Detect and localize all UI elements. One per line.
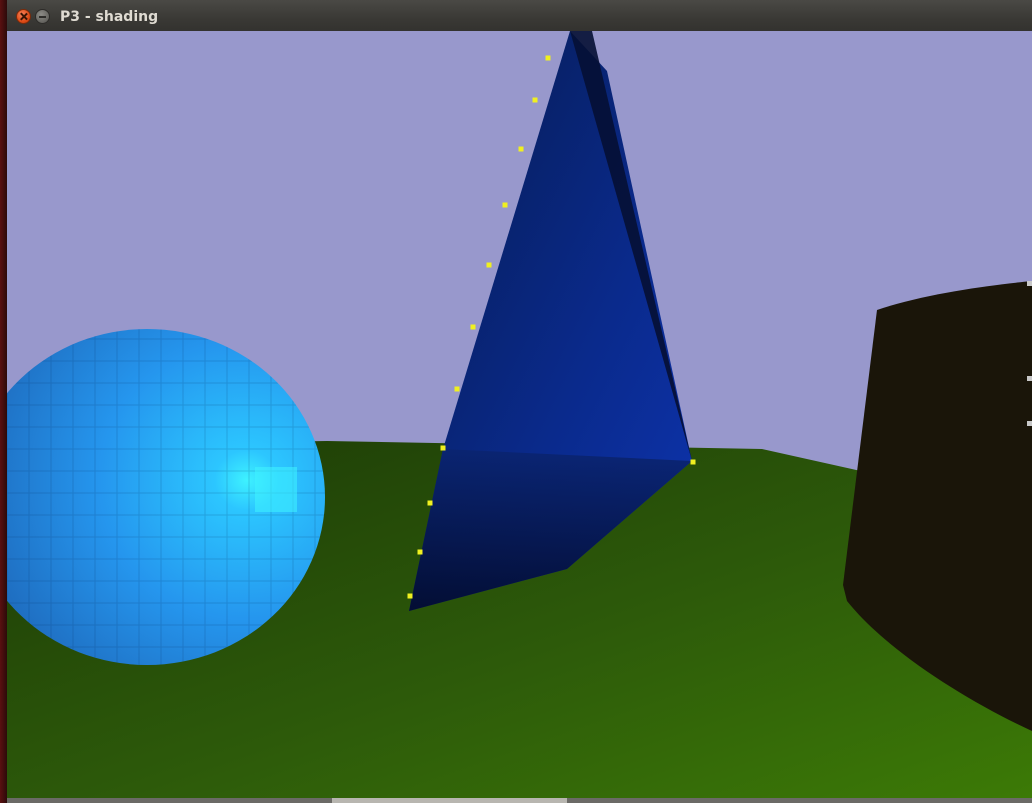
minimize-icon[interactable] [35, 9, 50, 24]
title-bar[interactable]: P3 - shading [7, 0, 1032, 32]
application-window: P3 - shading [0, 0, 1032, 803]
desktop-background-edge [0, 0, 7, 803]
opengl-viewport[interactable] [7, 31, 1032, 798]
window-title: P3 - shading [60, 9, 159, 25]
bottom-scroll-bar[interactable] [7, 798, 1032, 803]
close-icon[interactable] [16, 9, 31, 24]
scroll-thumb[interactable] [332, 798, 567, 803]
